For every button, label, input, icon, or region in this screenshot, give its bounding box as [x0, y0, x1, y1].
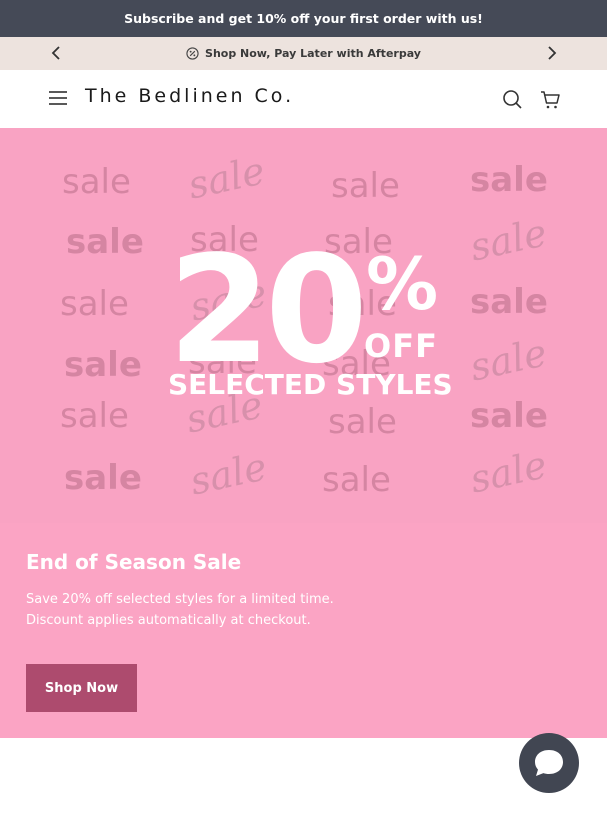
- bg-sale-word: sale: [470, 160, 548, 200]
- afterpay-badge-icon: [186, 47, 199, 60]
- bg-sale-word: sale: [66, 222, 144, 262]
- shop-now-button[interactable]: Shop Now: [26, 664, 137, 712]
- promo-text: Shop Now, Pay Later with Afterpay: [205, 47, 421, 60]
- chat-bubble-icon: [535, 750, 563, 776]
- bg-sale-word: sale: [322, 460, 391, 500]
- bg-sale-word: sale: [62, 162, 131, 202]
- hero-section: sale sale sale sale sale sale sale sale …: [0, 128, 607, 738]
- chat-button[interactable]: [519, 733, 579, 793]
- bg-sale-word: sale: [64, 458, 142, 498]
- search-icon[interactable]: [501, 88, 523, 110]
- cart-icon[interactable]: [539, 88, 561, 110]
- chevron-right-icon[interactable]: [543, 45, 559, 61]
- discount-number: 20: [168, 224, 368, 396]
- hero-title: End of Season Sale: [26, 550, 242, 574]
- site-logo[interactable]: The Bedlinen Co.: [85, 85, 294, 107]
- bg-sale-word: sale: [470, 396, 548, 436]
- promo-bar: Shop Now, Pay Later with Afterpay: [0, 37, 607, 70]
- off-label: OFF: [364, 327, 438, 365]
- bg-sale-word: sale: [466, 442, 551, 502]
- bg-sale-word: sale: [60, 284, 129, 324]
- bg-sale-word: sale: [60, 396, 129, 436]
- promo-message[interactable]: Shop Now, Pay Later with Afterpay: [186, 47, 421, 60]
- announcement-bar: Subscribe and get 10% off your first ord…: [0, 0, 607, 37]
- bg-sale-word: sale: [184, 148, 269, 208]
- bg-sale-word: sale: [466, 330, 551, 390]
- site-header: The Bedlinen Co.: [0, 70, 607, 128]
- sale-banner-image[interactable]: sale sale sale sale sale sale sale sale …: [0, 128, 607, 523]
- hero-description: Save 20% off selected styles for a limit…: [26, 589, 386, 631]
- bg-sale-word: sale: [328, 402, 397, 442]
- bg-sale-word: sale: [64, 345, 142, 385]
- bg-sale-word: sale: [466, 210, 551, 270]
- hero-description-line: Save 20% off selected styles for a limit…: [26, 592, 334, 607]
- announcement-text: Subscribe and get 10% off your first ord…: [124, 11, 483, 26]
- chevron-left-icon[interactable]: [49, 45, 65, 61]
- hero-description-line: Discount applies automatically at checko…: [26, 613, 311, 628]
- bg-sale-word: sale: [186, 444, 271, 504]
- hamburger-menu-icon[interactable]: [48, 90, 68, 106]
- percent-sign: %: [366, 242, 439, 326]
- bg-sale-word: sale: [470, 282, 548, 322]
- selected-styles-label: SELECTED STYLES: [168, 368, 453, 401]
- bg-sale-word: sale: [331, 166, 400, 206]
